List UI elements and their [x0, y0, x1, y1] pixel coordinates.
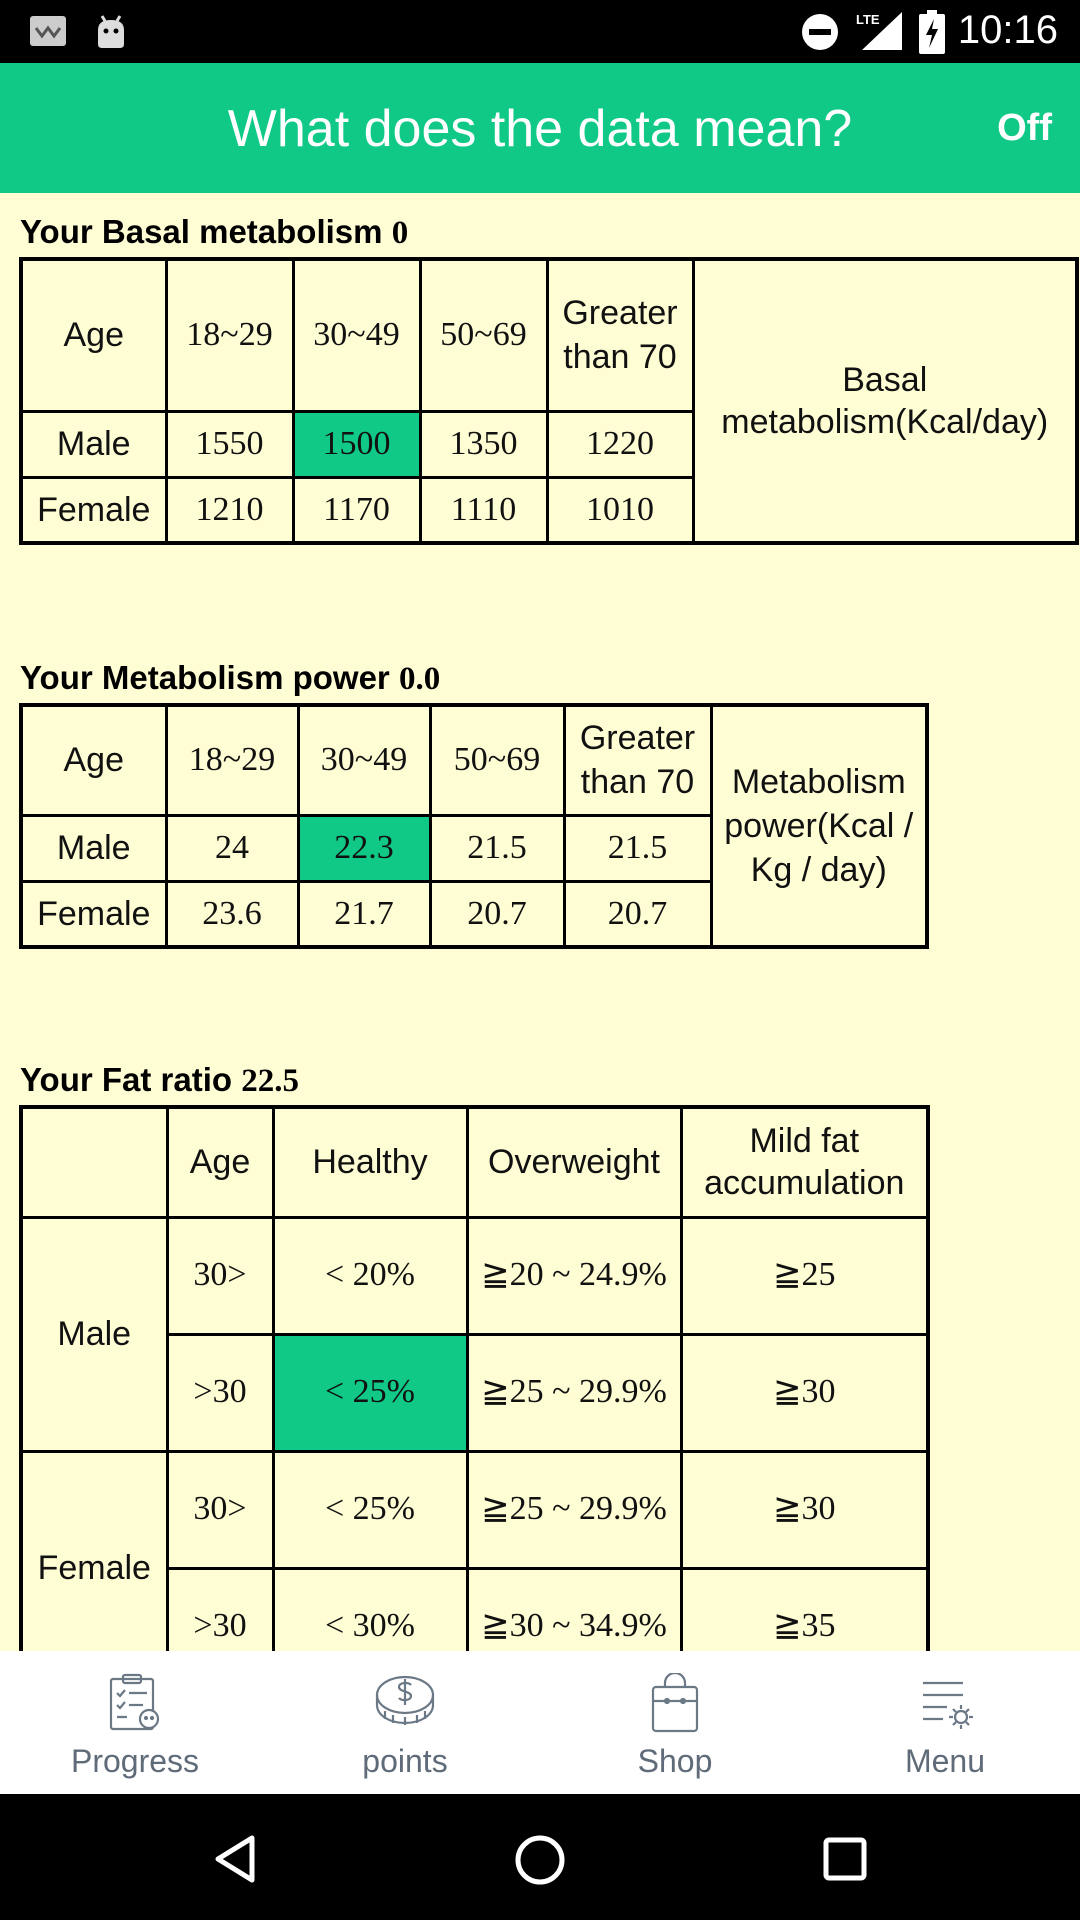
row-label: Female — [19, 475, 168, 545]
basal-value: 0 — [391, 215, 409, 251]
fat-table: Age Healthy Overweight Mild fat accumula… — [19, 1105, 930, 1651]
content-scroll-area[interactable]: Your Basal metabolism 0 Age 18~29 30~49 … — [0, 193, 1080, 1651]
basal-unit-label: Basal metabolism(Kcal/day) — [691, 257, 1079, 545]
nav-label: points — [362, 1743, 448, 1779]
table-cell: 1350 — [418, 409, 549, 479]
dollar-coin-icon — [375, 1675, 435, 1725]
shopping-bag-icon — [651, 1673, 699, 1733]
table-cell-highlighted: 22.3 — [296, 813, 432, 883]
table-cell: >30 — [165, 1566, 275, 1651]
table-cell: 21.5 — [562, 813, 713, 883]
table-cell: 1170 — [291, 475, 422, 545]
table-header: Age — [19, 703, 168, 817]
power-table: Age 18~29 30~49 50~69 Greater than 70 Me… — [19, 703, 929, 949]
table-cell: < 30% — [271, 1566, 469, 1651]
table-header: Mild fat accumulation — [679, 1105, 930, 1219]
table-header: 18~29 — [164, 257, 295, 413]
status-time: 10:16 — [957, 8, 1058, 52]
table-header — [19, 1105, 169, 1219]
android-icon — [94, 14, 128, 55]
table-cell: ≧25 — [679, 1215, 930, 1336]
table-cell-highlighted: < 25% — [271, 1332, 469, 1453]
table-cell: ≧30 ~ 34.9% — [465, 1566, 683, 1651]
app-notification-icon — [28, 14, 68, 53]
menu-settings-icon — [923, 1681, 973, 1729]
power-unit-label: Metabolism power(Kcal / Kg / day) — [709, 703, 929, 949]
home-icon[interactable] — [514, 1834, 566, 1886]
clipboard-progress-icon — [109, 1673, 160, 1731]
dnd-icon — [800, 12, 840, 57]
nav-points[interactable]: points — [270, 1651, 540, 1794]
table-cell: 1550 — [164, 409, 295, 479]
table-cell: 24 — [164, 813, 300, 883]
table-header: Healthy — [271, 1105, 469, 1219]
table-cell: 21.7 — [296, 879, 432, 949]
table-cell: 20.7 — [428, 879, 566, 949]
table-header: 50~69 — [418, 257, 549, 413]
table-cell: 1010 — [545, 475, 695, 545]
table-cell: ≧25 ~ 29.9% — [465, 1449, 683, 1570]
row-label: Male — [19, 409, 168, 479]
app-bar: What does the data mean? Off — [0, 63, 1080, 193]
battery-charging-icon — [918, 10, 946, 59]
table-cell: < 25% — [271, 1449, 469, 1570]
fat-value: 22.5 — [241, 1063, 299, 1099]
table-cell: ≧30 — [679, 1449, 930, 1570]
basal-section-title: Your Basal metabolism 0 — [20, 213, 409, 251]
table-header: Greater than 70 — [562, 703, 713, 817]
svg-text:LTE: LTE — [856, 12, 880, 27]
table-cell: 30> — [165, 1449, 275, 1570]
table-cell: 30> — [165, 1215, 275, 1336]
lte-signal-icon: LTE — [854, 10, 904, 57]
table-header: Age — [165, 1105, 275, 1219]
basal-table: Age 18~29 30~49 50~69 Greater than 70 Ba… — [19, 257, 1079, 545]
table-cell: < 20% — [271, 1215, 469, 1336]
nav-label: Progress — [70, 1743, 200, 1779]
off-toggle-button[interactable]: Off — [997, 107, 1052, 150]
row-label: Female — [19, 879, 168, 949]
table-cell: >30 — [165, 1332, 275, 1453]
system-nav-bar — [0, 1794, 1080, 1920]
page-title: What does the data mean? — [227, 100, 853, 158]
table-cell: 1110 — [418, 475, 549, 545]
table-header: 30~49 — [296, 703, 432, 817]
table-cell: 1210 — [164, 475, 295, 545]
table-header: 30~49 — [291, 257, 422, 413]
table-header: Age — [19, 257, 168, 413]
nav-shop[interactable]: Shop — [540, 1651, 810, 1794]
back-icon[interactable] — [212, 1834, 258, 1884]
table-cell: ≧35 — [679, 1566, 930, 1651]
table-cell: ≧20 ~ 24.9% — [465, 1215, 683, 1336]
table-header: Overweight — [465, 1105, 683, 1219]
status-bar: LTE 10:16 — [0, 0, 1080, 63]
nav-progress[interactable]: Progress — [0, 1651, 270, 1794]
table-cell: ≧30 — [679, 1332, 930, 1453]
fat-section-title: Your Fat ratio 22.5 — [20, 1061, 299, 1099]
table-cell: 20.7 — [562, 879, 713, 949]
recents-icon[interactable] — [822, 1836, 868, 1882]
table-cell: 23.6 — [164, 879, 300, 949]
nav-label: Shop — [637, 1743, 713, 1779]
group-label: Female — [19, 1449, 169, 1651]
power-value: 0.0 — [398, 661, 441, 697]
row-label: Male — [19, 813, 168, 883]
table-cell: 1220 — [545, 409, 695, 479]
table-cell: 21.5 — [428, 813, 566, 883]
nav-label: Menu — [904, 1743, 986, 1779]
table-cell: ≧25 ~ 29.9% — [465, 1332, 683, 1453]
table-cell-highlighted: 1500 — [291, 409, 422, 479]
nav-menu[interactable]: Menu — [810, 1651, 1080, 1794]
table-header: 50~69 — [428, 703, 566, 817]
bottom-nav: Progress points Shop Menu — [0, 1651, 1080, 1794]
group-label: Male — [19, 1215, 169, 1453]
table-header: Greater than 70 — [545, 257, 695, 413]
power-section-title: Your Metabolism power 0.0 — [20, 659, 441, 697]
table-header: 18~29 — [164, 703, 300, 817]
